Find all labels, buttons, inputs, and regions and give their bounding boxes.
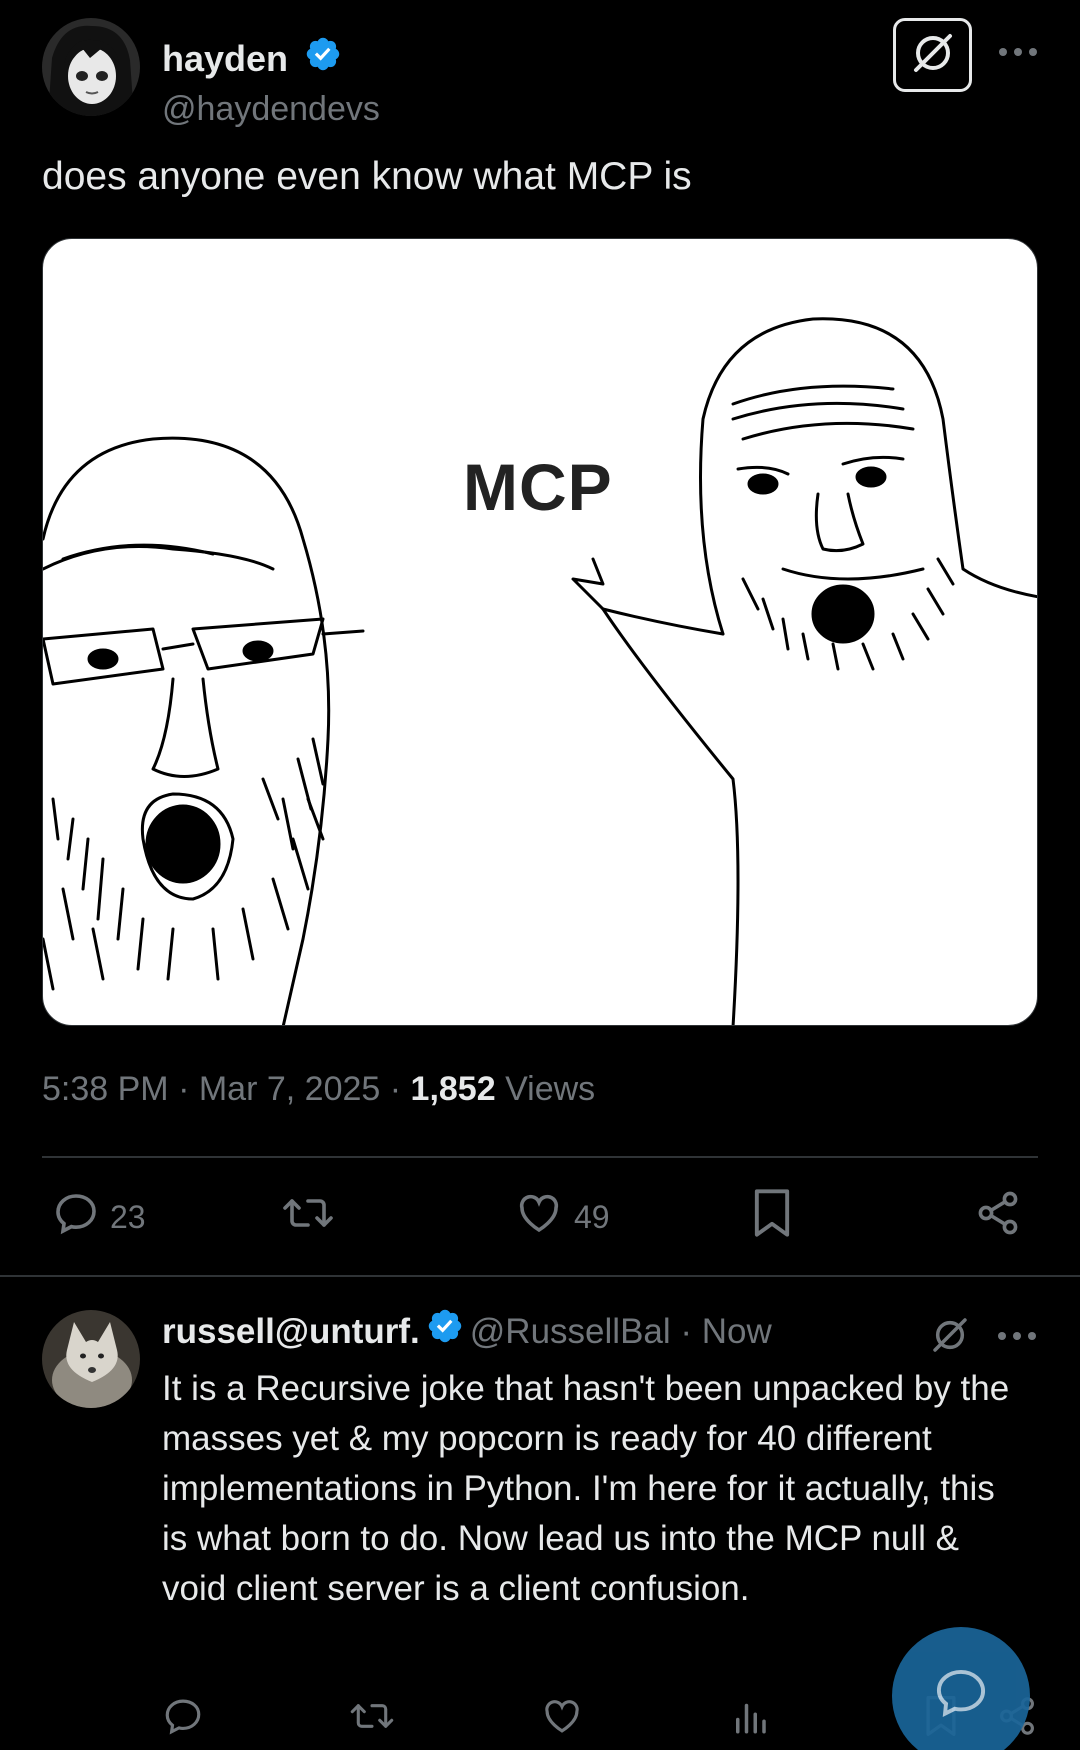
like-count: 49 (574, 1198, 610, 1235)
reply-analytics-button[interactable] (730, 1690, 770, 1750)
reply-bubble-icon (162, 1695, 204, 1745)
reply-repost-button[interactable] (348, 1690, 396, 1750)
analytics-bars-icon (730, 1695, 770, 1745)
views-count[interactable]: 1,852 (411, 1070, 496, 1108)
grok-icon (928, 1313, 972, 1362)
repost-button[interactable] (280, 1180, 336, 1254)
grok-button[interactable] (893, 18, 972, 92)
soyjak-meme-drawing (43, 317, 1037, 1025)
repost-icon (348, 1695, 396, 1745)
verified-badge-icon (304, 35, 342, 82)
more-dots-icon (997, 1328, 1037, 1346)
reply-bubble-icon (52, 1189, 100, 1245)
reply-header: russell@unturf. @RussellBal · Now (162, 1310, 772, 1354)
views-label: Views (505, 1070, 596, 1108)
divider (0, 1275, 1080, 1277)
reply-author-avatar[interactable] (42, 1310, 140, 1408)
heart-icon (514, 1189, 564, 1245)
meme-mcp-label: MCP (463, 450, 613, 524)
repost-icon (280, 1189, 336, 1245)
post-actions: 23 49 (42, 1180, 1038, 1254)
author-handle[interactable]: @haydendevs (162, 90, 380, 129)
meta-separator: · (389, 1070, 402, 1108)
reply-button[interactable]: 23 (52, 1180, 146, 1254)
meta-separator: · (178, 1070, 190, 1108)
divider (42, 1156, 1038, 1158)
post-header: hayden @haydendevs (42, 18, 1042, 128)
grok-icon (908, 28, 958, 83)
reply-separator: · (680, 1312, 693, 1351)
compose-reply-icon (931, 1667, 991, 1726)
post-date: Mar 7, 2025 (198, 1070, 381, 1108)
bookmark-button[interactable] (750, 1180, 794, 1254)
reply-more-options-button[interactable] (992, 1312, 1042, 1362)
author-name[interactable]: hayden (162, 35, 342, 82)
reply-reply-button[interactable] (162, 1690, 204, 1750)
verified-badge-icon (426, 1307, 464, 1354)
post-time: 5:38 PM (42, 1070, 169, 1108)
reply-author-name[interactable]: russell@unturf. (162, 1312, 420, 1351)
share-button[interactable] (974, 1180, 1022, 1254)
reply-count: 23 (110, 1198, 146, 1235)
reply-time[interactable]: Now (702, 1312, 772, 1351)
reply-author-handle[interactable]: @RussellBal (470, 1312, 671, 1351)
share-icon (974, 1189, 1022, 1245)
heart-icon (540, 1695, 584, 1745)
post-image[interactable]: MCP (42, 238, 1038, 1026)
more-dots-icon (998, 44, 1038, 62)
author-avatar[interactable] (42, 18, 140, 116)
author-name-text[interactable]: hayden (162, 38, 288, 79)
post-meta: 5:38 PM · Mar 7, 2025 · 1,852 Views (42, 1070, 595, 1109)
like-button[interactable]: 49 (514, 1180, 610, 1254)
more-options-button[interactable] (993, 28, 1043, 78)
post-text: does anyone even know what MCP is (42, 155, 692, 198)
reply-like-button[interactable] (540, 1690, 584, 1750)
reply-text: It is a Recursive joke that hasn't been … (162, 1369, 1010, 1608)
bookmark-icon (750, 1187, 794, 1247)
reply-grok-button[interactable] (925, 1312, 975, 1362)
